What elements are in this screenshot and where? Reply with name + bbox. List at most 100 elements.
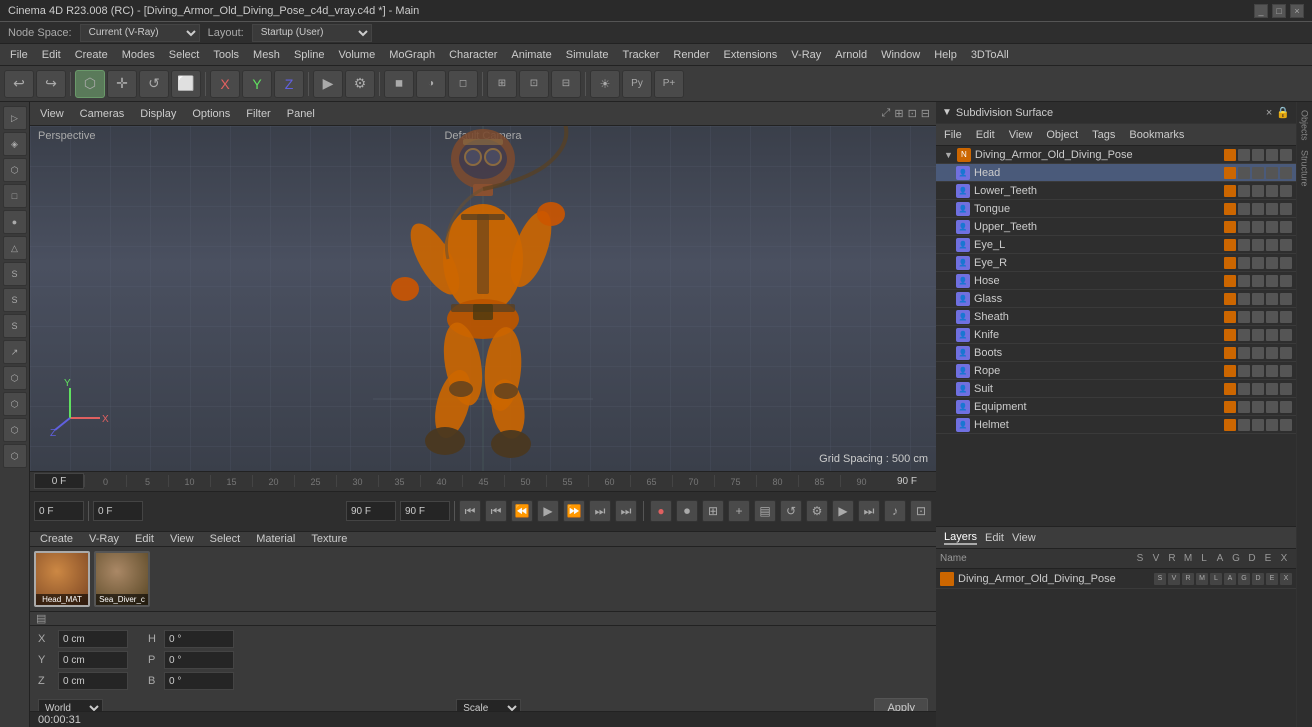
- layout-select[interactable]: Startup (User): [252, 24, 372, 42]
- bt-dot-2[interactable]: [1238, 347, 1250, 359]
- coords-menu-icon[interactable]: ▤: [36, 612, 46, 625]
- left-tool-9[interactable]: S: [3, 314, 27, 338]
- menu-arnold[interactable]: Arnold: [829, 47, 873, 63]
- obj-tags-menu[interactable]: Tags: [1088, 129, 1119, 141]
- su-dot-2[interactable]: [1238, 383, 1250, 395]
- ut-dot-2[interactable]: [1238, 221, 1250, 233]
- tong-dot-4[interactable]: [1266, 203, 1278, 215]
- next-key-button[interactable]: ⏭: [589, 500, 611, 522]
- tl-tool-5[interactable]: ▶: [832, 500, 854, 522]
- eq-dot-2[interactable]: [1238, 401, 1250, 413]
- left-tool-8[interactable]: S: [3, 288, 27, 312]
- x-axis-button[interactable]: X: [210, 70, 240, 98]
- step-fwd-button[interactable]: ⏩: [563, 500, 585, 522]
- left-tool-11[interactable]: ⬡: [3, 366, 27, 390]
- gl-dot-1[interactable]: [1224, 293, 1236, 305]
- eq-dot-3[interactable]: [1252, 401, 1264, 413]
- left-tool-4[interactable]: □: [3, 184, 27, 208]
- menu-extensions[interactable]: Extensions: [717, 47, 783, 63]
- el-dot-3[interactable]: [1252, 239, 1264, 251]
- layer-vis-icon[interactable]: V: [1168, 573, 1180, 585]
- menu-volume[interactable]: Volume: [333, 47, 382, 63]
- expand-icon-root[interactable]: ▼: [944, 150, 953, 160]
- head-dot-5[interactable]: [1280, 167, 1292, 179]
- key-mode-btn[interactable]: ⊞: [702, 500, 724, 522]
- left-tool-10[interactable]: ↗: [3, 340, 27, 364]
- menu-edit[interactable]: Edit: [36, 47, 67, 63]
- ut-dot-4[interactable]: [1266, 221, 1278, 233]
- auto-key-btn[interactable]: ⏺: [676, 500, 698, 522]
- kn-dot-5[interactable]: [1280, 329, 1292, 341]
- left-tool-5[interactable]: ●: [3, 210, 27, 234]
- obj-close-btn[interactable]: ×: [1266, 107, 1272, 119]
- sh-dot-2[interactable]: [1238, 311, 1250, 323]
- tl-tool-7[interactable]: ♪: [884, 500, 906, 522]
- menu-modes[interactable]: Modes: [116, 47, 161, 63]
- tong-dot-5[interactable]: [1280, 203, 1292, 215]
- bt-dot-4[interactable]: [1266, 347, 1278, 359]
- vp-options-menu[interactable]: Options: [188, 108, 234, 120]
- x-position-input[interactable]: [58, 630, 128, 648]
- tl-tool-3[interactable]: ↺: [780, 500, 802, 522]
- vp-display-menu[interactable]: Display: [136, 108, 180, 120]
- el-dot-1[interactable]: [1224, 239, 1236, 251]
- left-tool-14[interactable]: ⬡: [3, 444, 27, 468]
- eq-dot-5[interactable]: [1280, 401, 1292, 413]
- p-input[interactable]: [164, 651, 234, 669]
- hm-dot-1[interactable]: [1224, 419, 1236, 431]
- obj-row-glass[interactable]: 👤 Glass: [936, 290, 1296, 308]
- menu-file[interactable]: File: [4, 47, 34, 63]
- tl-tool-4[interactable]: ⚙: [806, 500, 828, 522]
- vp-cameras-menu[interactable]: Cameras: [76, 108, 129, 120]
- material-head-mat[interactable]: Head_MAT: [34, 551, 90, 607]
- obj-row-sheath[interactable]: 👤 Sheath: [936, 308, 1296, 326]
- frame-end2-input[interactable]: [400, 501, 450, 521]
- hm-dot-5[interactable]: [1280, 419, 1292, 431]
- hm-dot-2[interactable]: [1238, 419, 1250, 431]
- tong-dot-3[interactable]: [1252, 203, 1264, 215]
- el-dot-2[interactable]: [1238, 239, 1250, 251]
- sh-dot-4[interactable]: [1266, 311, 1278, 323]
- hose-dot-3[interactable]: [1252, 275, 1264, 287]
- grid-btn[interactable]: ⊞: [487, 70, 517, 98]
- gl-dot-3[interactable]: [1252, 293, 1264, 305]
- obj-row-head[interactable]: 👤 Head: [936, 164, 1296, 182]
- layer-anim-icon[interactable]: A: [1224, 573, 1236, 585]
- scale-tool[interactable]: ⬜: [171, 70, 201, 98]
- eq-dot-1[interactable]: [1224, 401, 1236, 413]
- sh-dot-5[interactable]: [1280, 311, 1292, 323]
- mat-select-menu[interactable]: Select: [206, 533, 245, 545]
- obj-object-menu[interactable]: Object: [1042, 129, 1082, 141]
- tong-dot-2[interactable]: [1238, 203, 1250, 215]
- menu-vray[interactable]: V-Ray: [785, 47, 827, 63]
- lt-dot-1[interactable]: [1224, 185, 1236, 197]
- prev-key-button[interactable]: ⏮: [485, 500, 507, 522]
- redo-button[interactable]: ↪: [36, 70, 66, 98]
- frame-current-input[interactable]: [93, 501, 143, 521]
- kn-dot-4[interactable]: [1266, 329, 1278, 341]
- vp-view-menu[interactable]: View: [36, 108, 68, 120]
- obj-row-upper-teeth[interactable]: 👤 Upper_Teeth: [936, 218, 1296, 236]
- b-input[interactable]: [164, 672, 234, 690]
- left-tool-1[interactable]: ▷: [3, 106, 27, 130]
- rp-dot-3[interactable]: [1252, 365, 1264, 377]
- obj-row-tongue[interactable]: 👤 Tongue: [936, 200, 1296, 218]
- menu-animate[interactable]: Animate: [505, 47, 557, 63]
- menu-mesh[interactable]: Mesh: [247, 47, 286, 63]
- y-axis-button[interactable]: Y: [242, 70, 272, 98]
- rp-dot-4[interactable]: [1266, 365, 1278, 377]
- viewport-ctrl-4[interactable]: ⊟: [921, 107, 930, 120]
- layer-deform-icon[interactable]: D: [1252, 573, 1264, 585]
- dot-3[interactable]: [1252, 149, 1264, 161]
- viewport-ctrl-3[interactable]: ⊡: [908, 107, 917, 120]
- left-tool-2[interactable]: ◈: [3, 132, 27, 156]
- obj-edit-menu[interactable]: Edit: [972, 129, 999, 141]
- menu-mograph[interactable]: MoGraph: [383, 47, 441, 63]
- minimize-button[interactable]: _: [1254, 4, 1268, 18]
- mat-view-menu[interactable]: View: [166, 533, 198, 545]
- frame-end-input[interactable]: [346, 501, 396, 521]
- mat-material-menu[interactable]: Material: [252, 533, 299, 545]
- frame-start-input[interactable]: [34, 501, 84, 521]
- h-input[interactable]: [164, 630, 234, 648]
- rs-tab-structure[interactable]: Structure: [1298, 146, 1312, 191]
